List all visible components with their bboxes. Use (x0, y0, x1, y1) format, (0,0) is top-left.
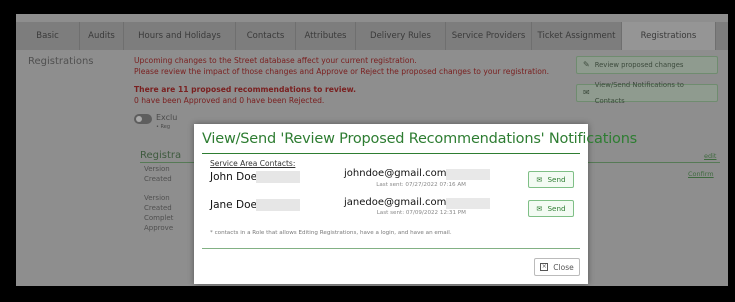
edit-icon: ✎ (583, 60, 590, 69)
notify-button-label: View/Send Notifications to Contacts (594, 81, 684, 105)
modal-title-divider (202, 153, 580, 154)
warning-line-2: Please review the impact of those change… (134, 67, 550, 76)
last-sent-text: Last sent: 07/09/2022 12:31 PM (376, 210, 466, 216)
redacted-email (446, 169, 490, 180)
exclude-label: Exclu (156, 113, 178, 122)
close-button[interactable]: × Close (534, 258, 580, 276)
tab-service-providers[interactable]: Service Providers (446, 22, 532, 50)
send-label: Send (547, 204, 566, 213)
warning-line-1: Upcoming changes to the Street database … (134, 56, 417, 65)
tab-basic[interactable]: Basic (16, 22, 80, 50)
contact-email: johndoe@gmail.com (344, 168, 447, 179)
registration-heading: Registra (140, 150, 182, 161)
contact-name: John Doe (210, 171, 258, 183)
modal-title: View/Send 'Review Proposed Recommendatio… (202, 131, 638, 147)
redacted-email (446, 198, 490, 209)
review-button-label: Review proposed changes (594, 61, 684, 69)
tab-bar: Basic Audits Hours and Holidays Contacts… (16, 22, 728, 50)
contact-email: janedoe@gmail.com (344, 197, 447, 208)
tab-hours-and-holidays[interactable]: Hours and Holidays (124, 22, 236, 50)
created-label: Created (144, 204, 172, 212)
exclude-toggle[interactable] (134, 114, 152, 124)
review-proposed-changes-button[interactable]: ✎ Review proposed changes (576, 56, 718, 74)
approved-label: Approve (144, 224, 174, 232)
close-label: Close (553, 262, 574, 272)
app-window: Basic Audits Hours and Holidays Contacts… (16, 14, 728, 286)
view-send-notifications-button[interactable]: ✉ View/Send Notifications to Contacts (576, 81, 718, 105)
close-box-icon: × (540, 263, 549, 271)
tab-contacts[interactable]: Contacts (236, 22, 296, 50)
redacted-name (256, 199, 300, 211)
version-label: Version (144, 165, 170, 173)
contact-name: Jane Doe (210, 199, 257, 211)
completed-label: Complet (144, 214, 174, 222)
last-sent-text: Last sent: 07/27/2022 07:16 AM (376, 182, 466, 188)
tab-ticket-assignment[interactable]: Ticket Assignment (532, 22, 622, 50)
tab-delivery-rules[interactable]: Delivery Rules (356, 22, 446, 50)
edit-link[interactable]: edit (704, 152, 716, 160)
modal-footer-divider (202, 248, 580, 249)
confirm-link[interactable]: Confirm (688, 170, 714, 178)
recommendation-count: There are 11 proposed recommendations to… (134, 85, 357, 94)
change-warning: Upcoming changes to the Street database … (134, 55, 549, 77)
service-area-contacts-label: Service Area Contacts: (210, 159, 296, 168)
version-label: Version (144, 194, 170, 202)
approval-status: 0 have been Approved and 0 have been Rej… (134, 96, 325, 105)
tab-attributes[interactable]: Attributes (296, 22, 356, 50)
send-button[interactable]: ✉ Send (528, 200, 574, 217)
tab-audits[interactable]: Audits (80, 22, 124, 50)
tab-registrations[interactable]: Registrations (622, 22, 716, 50)
exclude-sublabel: • Reg (156, 124, 171, 130)
created-label: Created (144, 175, 172, 183)
send-button[interactable]: ✉ Send (528, 171, 574, 188)
notification-modal: View/Send 'Review Proposed Recommendatio… (194, 124, 637, 284)
envelope-icon: ✉ (536, 175, 543, 184)
envelope-icon: ✉ (536, 204, 543, 213)
send-label: Send (547, 175, 566, 184)
section-title: Registrations (28, 56, 94, 67)
envelope-icon: ✉ (583, 88, 590, 97)
footnote: * contacts in a Role that allows Editing… (210, 230, 452, 236)
redacted-name (256, 171, 300, 183)
recommendation-status: There are 11 proposed recommendations to… (134, 84, 356, 106)
